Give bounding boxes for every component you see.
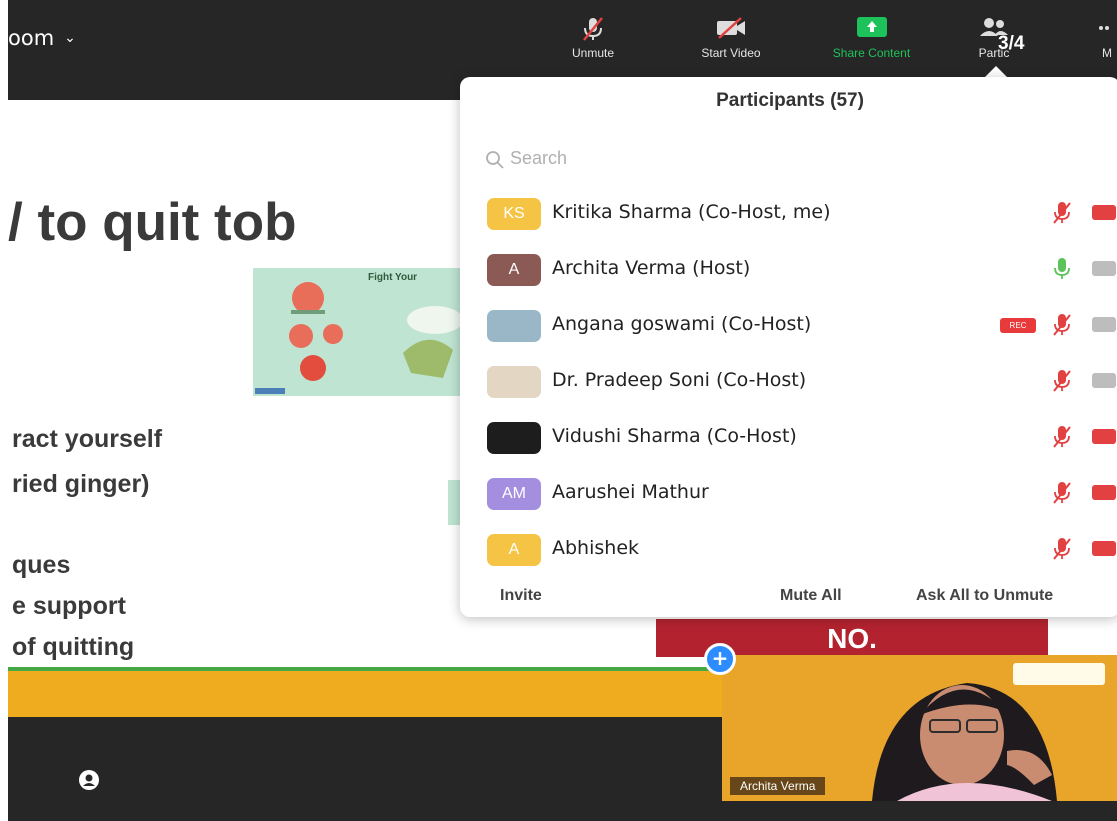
participant-row[interactable]: KS Kritika Sharma (Co-Host, me) [460,191,1117,241]
participant-name: Abhishek [552,537,640,559]
invite-button[interactable]: Invite [500,587,542,605]
expand-video-button[interactable]: + [704,643,736,675]
participant-avatar: KS [487,198,541,230]
muted-mic-icon[interactable] [1052,536,1072,566]
chevron-down-icon: ⌄ [64,30,76,46]
video-participant-name: Archita Verma [730,777,826,795]
mic-icon[interactable] [1052,256,1072,286]
share-content-button[interactable]: Share Content [804,16,939,60]
participant-name: Vidushi Sharma (Co-Host) [552,425,797,447]
ask-all-unmute-button[interactable]: Ask All to Unmute [916,587,1053,605]
start-video-label: Start Video [701,46,761,60]
participant-avatar [487,422,541,454]
panel-title: Participants (57) [716,90,864,111]
search-input[interactable] [510,144,1070,172]
user-avatar-icon[interactable] [79,770,99,790]
slide-bullet: ques [12,551,71,579]
participants-button[interactable]: Partic [944,16,1044,60]
muted-mic-icon[interactable] [1052,480,1072,510]
slide-illustration: Fight Your [253,268,468,396]
participant-row[interactable]: A Abhishek [460,527,1117,577]
slide-illustration-caption: Fight Your [368,272,418,283]
participant-row[interactable]: Vidushi Sharma (Co-Host) [460,415,1117,465]
share-content-label: Share Content [832,46,911,60]
participant-row[interactable]: AM Aarushei Mathur [460,471,1117,521]
participant-avatar: A [487,534,541,566]
participant-row[interactable]: Angana goswami (Co-Host) REC [460,303,1117,353]
slide-bullet: of quitting [12,633,135,661]
participants-panel: Participants (57) KS Kritika Sharma (Co-H… [460,77,1117,617]
search-icon [485,150,505,174]
slide-title: / to quit tob [8,193,297,252]
video-logo [1013,663,1105,685]
participant-avatar: A [487,254,541,286]
muted-mic-icon[interactable] [1052,368,1072,398]
panel-footer: Invite Mute All Ask All to Unmute [460,587,1117,617]
participant-avatar [487,366,541,398]
people-icon [944,16,1044,40]
video-icon[interactable] [1092,317,1116,332]
muted-mic-icon[interactable] [1052,424,1072,454]
slide-bullet: e support [12,592,126,620]
video-off-icon[interactable] [1092,429,1116,444]
more-label: M [1102,46,1112,60]
share-arrow-icon [804,16,939,40]
more-button[interactable]: M [1092,16,1117,60]
video-off-icon [676,16,786,40]
participant-name: Archita Verma (Host) [552,257,751,279]
video-thumbnail[interactable]: Archita Verma [722,655,1117,801]
video-icon[interactable] [1092,373,1116,388]
start-video-button[interactable]: Start Video [676,16,786,60]
muted-mic-icon[interactable] [1052,312,1072,342]
unmute-label: Unmute [571,46,615,60]
participant-name: Dr. Pradeep Soni (Co-Host) [552,369,807,391]
participant-row[interactable]: Dr. Pradeep Soni (Co-Host) [460,359,1117,409]
participant-count-badge: 3/4 [998,33,1025,54]
app-name-menu[interactable]: oom ⌄ [8,26,76,50]
mute-all-button[interactable]: Mute All [780,587,842,605]
participants-label: Partic [978,46,1010,60]
more-icon [1092,16,1117,40]
slide-bullet: ried ginger) [12,470,150,498]
unmute-button[interactable]: Unmute [558,16,628,60]
recording-badge: REC [1000,318,1036,333]
participant-name: Angana goswami (Co-Host) [552,313,812,335]
participant-name: Aarushei Mathur [552,481,709,503]
video-icon[interactable] [1092,261,1116,276]
video-off-icon[interactable] [1092,205,1116,220]
muted-mic-icon [558,16,628,41]
participant-row[interactable]: A Archita Verma (Host) [460,247,1117,297]
video-off-icon[interactable] [1092,485,1116,500]
app-name-label: oom [8,26,55,50]
slide-footer-strip [8,671,728,717]
video-off-icon[interactable] [1092,541,1116,556]
participant-name: Kritika Sharma (Co-Host, me) [552,201,831,223]
participant-avatar: AM [487,478,541,510]
slide-bullet: ract yourself [12,425,163,453]
participant-avatar [487,310,541,342]
muted-mic-icon[interactable] [1052,200,1072,230]
